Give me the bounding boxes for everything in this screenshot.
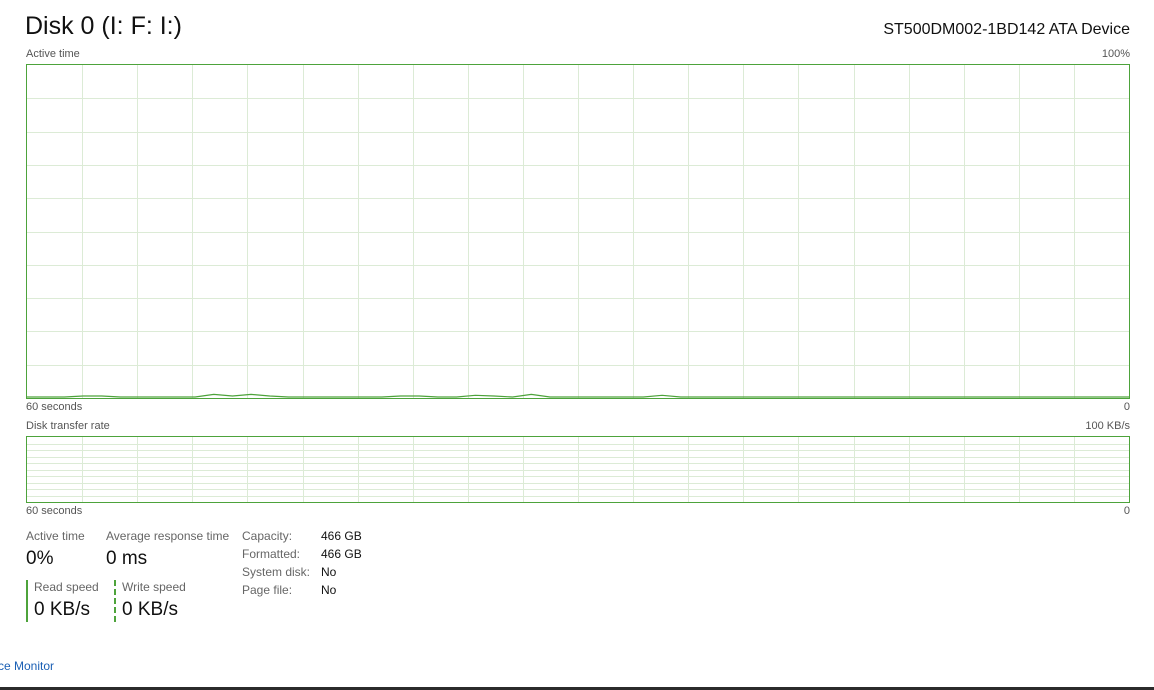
transfer-graph-duration: 60 seconds [26,505,83,517]
formatted-value: 466 GB [321,547,362,561]
formatted-label: Formatted: [242,547,301,561]
page-file-value: No [321,583,337,597]
active-time-chart [27,65,1129,398]
transfer-rate-chart [27,437,1129,502]
active-time-graph [26,64,1130,399]
avg-response-label: Average response time [106,529,230,543]
active-time-graph-min: 0 [1123,401,1130,413]
capacity-label: Capacity: [242,529,293,543]
disk-title: Disk 0 (I: F: I:) [25,12,182,40]
active-time-value: 0% [26,548,54,569]
active-time-graph-duration: 60 seconds [26,401,83,413]
write-speed-label: Write speed [122,580,186,594]
capacity-value: 466 GB [321,529,362,543]
transfer-graph-max: 100 KB/s [1085,420,1130,432]
resource-monitor-link[interactable]: ce Monitor [0,659,54,673]
device-name: ST500DM002-1BD142 ATA Device [883,21,1130,38]
read-speed-value: 0 KB/s [34,599,90,620]
transfer-rate-graph [26,436,1130,503]
transfer-graph-label: Disk transfer rate [26,420,110,432]
page-file-label: Page file: [242,583,293,597]
active-time-graph-max: 100% [1101,48,1130,60]
read-speed-label: Read speed [34,580,99,594]
system-disk-value: No [321,565,337,579]
write-speed-value: 0 KB/s [122,599,178,620]
active-time-label: Active time [26,529,85,543]
system-disk-label: System disk: [242,565,311,579]
active-time-graph-label: Active time [26,48,80,60]
avg-response-value: 0 ms [106,548,148,569]
transfer-graph-min: 0 [1123,505,1130,517]
